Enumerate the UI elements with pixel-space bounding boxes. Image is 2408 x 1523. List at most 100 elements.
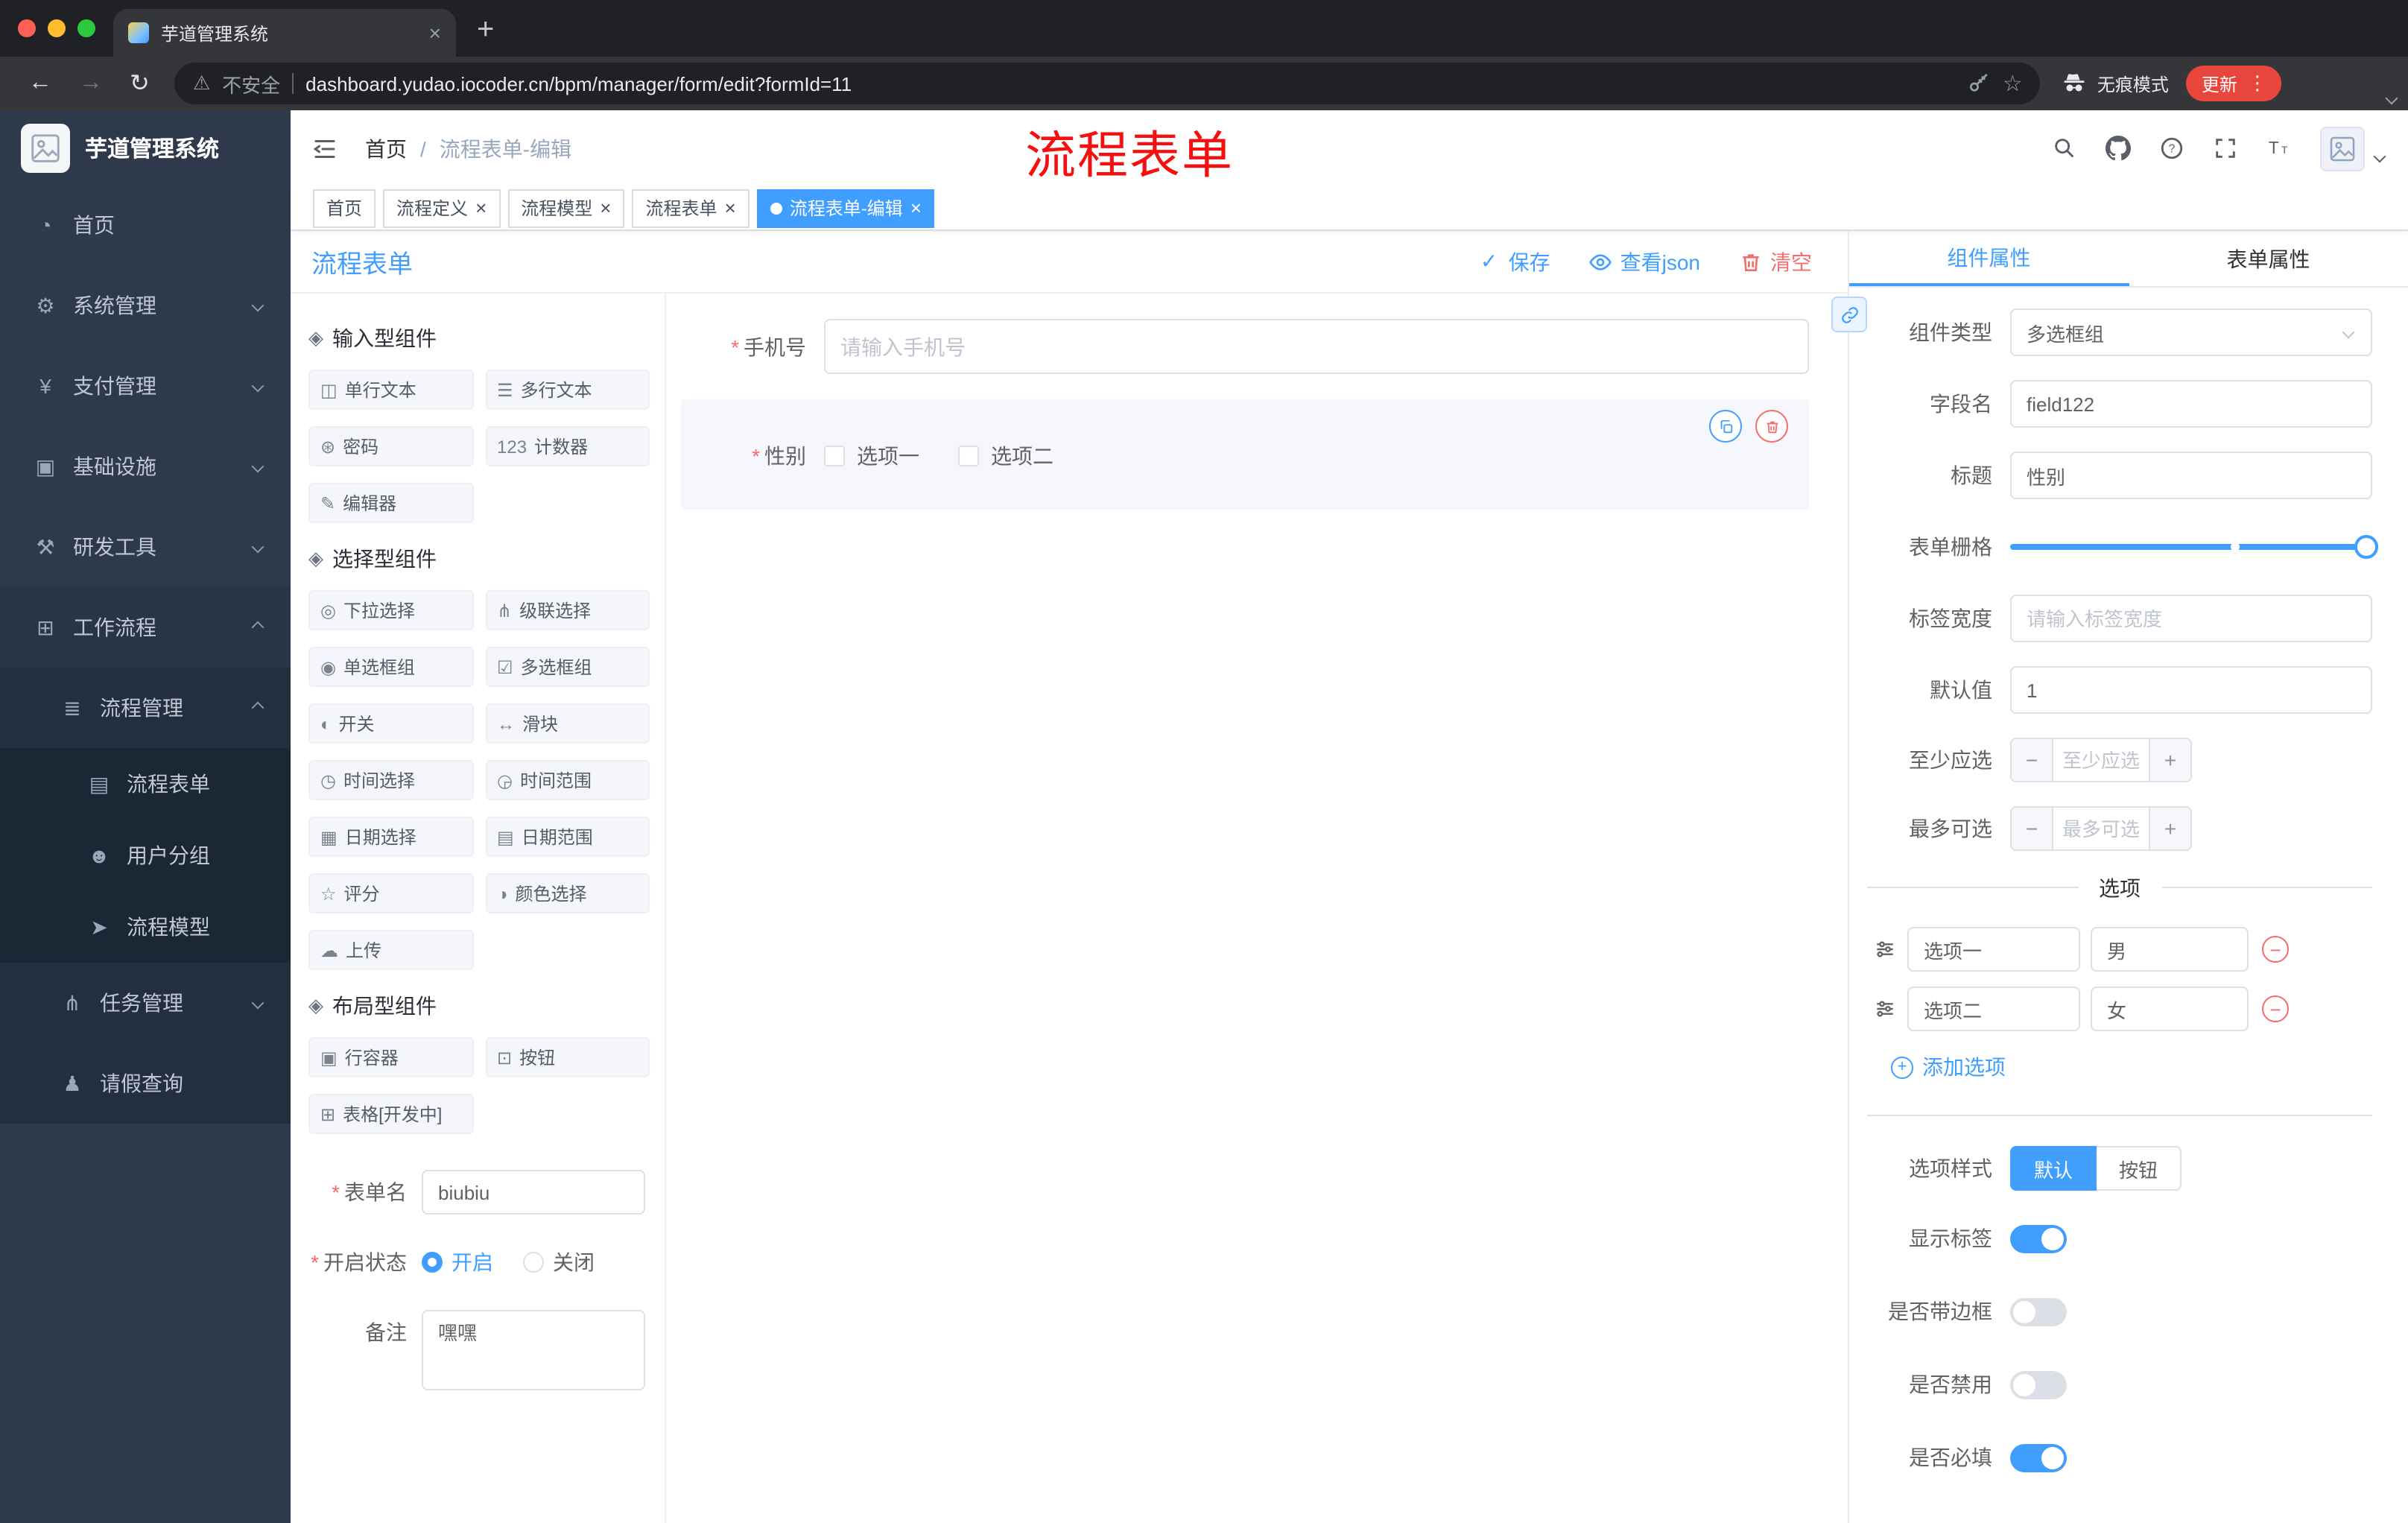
option-label-input[interactable] [1907, 987, 2080, 1031]
sidebar-item-user-group[interactable]: ☻ 用户分组 [0, 820, 291, 891]
plus-button[interactable]: + [2149, 739, 2190, 781]
new-tab-button[interactable]: + [477, 9, 494, 51]
minus-button[interactable]: − [2012, 808, 2053, 849]
component-type-select[interactable]: 多选框组 [2010, 308, 2372, 356]
tab-process-definition[interactable]: 流程定义 × [383, 189, 501, 227]
menu-kebab-icon[interactable]: ⋮ [2248, 72, 2267, 95]
window-controls[interactable] [18, 19, 95, 37]
remove-option-button[interactable]: − [2262, 995, 2289, 1022]
palette-item-password[interactable]: ⊛ 密码 [308, 426, 473, 466]
address-bar[interactable]: ⚠ 不安全 dashboard.yudao.iocoder.cn/bpm/man… [174, 63, 2041, 104]
checkbox-icon[interactable] [958, 446, 979, 466]
gender-field-row[interactable]: * 性别 选项一 选项二 [681, 441, 1782, 471]
drag-handle-icon[interactable] [1873, 937, 1897, 961]
min-select-input[interactable] [2053, 739, 2149, 781]
palette-item-rate[interactable]: ☆ 评分 [308, 873, 473, 914]
minus-button[interactable]: − [2012, 739, 2053, 781]
sidebar-item-infrastructure[interactable]: ▣ 基础设施 [0, 426, 291, 507]
grid-slider[interactable] [2010, 523, 2378, 571]
close-icon[interactable]: × [725, 198, 736, 218]
field-name-input[interactable] [2010, 380, 2372, 428]
link-icon[interactable] [1831, 297, 1867, 332]
checkbox-option-1[interactable]: 选项一 [824, 441, 919, 471]
copy-component-button[interactable] [1709, 410, 1742, 443]
palette-item-date-range[interactable]: ▤ 日期范围 [485, 817, 650, 857]
minimize-window-button[interactable] [48, 19, 66, 37]
search-icon[interactable] [2052, 136, 2077, 161]
plus-button[interactable]: + [2149, 808, 2190, 849]
option-value-input[interactable] [2091, 927, 2249, 972]
close-icon[interactable]: × [600, 198, 611, 218]
palette-item-radio-group[interactable]: ◉ 单选框组 [308, 647, 473, 687]
toggle-required[interactable] [2010, 1443, 2067, 1472]
toggle-disabled[interactable] [2010, 1370, 2067, 1399]
sidebar-item-leave-query[interactable]: ♟ 请假查询 [0, 1043, 291, 1124]
clear-button[interactable]: 清空 [1739, 247, 1812, 276]
breadcrumb-home[interactable]: 首页 [365, 133, 407, 163]
palette-item-select[interactable]: ◎ 下拉选择 [308, 590, 473, 630]
max-select-input[interactable] [2053, 808, 2149, 849]
palette-item-editor[interactable]: ✎ 编辑器 [308, 483, 473, 523]
slider-handle[interactable] [2354, 535, 2378, 559]
palette-item-slider[interactable]: ↔ 滑块 [485, 703, 650, 744]
maximize-window-button[interactable] [77, 19, 95, 37]
style-button-button[interactable]: 按钮 [2097, 1146, 2182, 1191]
tab-close-icon[interactable]: × [429, 21, 441, 45]
title-input[interactable] [2010, 452, 2372, 499]
palette-item-upload[interactable]: ☁ 上传 [308, 930, 473, 970]
toggle-with-border[interactable] [2010, 1297, 2067, 1326]
toggle-show-label[interactable] [2010, 1224, 2067, 1253]
sidebar-item-dev-tools[interactable]: ⚒ 研发工具 [0, 507, 291, 587]
sidebar-item-home[interactable]: ◔ 首页 [0, 185, 291, 265]
tab-home[interactable]: 首页 [313, 189, 376, 227]
form-canvas[interactable]: *手机号 *性别 [666, 294, 1848, 1523]
back-icon[interactable]: ← [28, 70, 52, 97]
update-button[interactable]: 更新 ⋮ [2186, 66, 2282, 101]
phone-field-row[interactable]: * 手机号 [681, 319, 1809, 374]
palette-item-time-range[interactable]: ◶ 时间范围 [485, 760, 650, 800]
default-value-input[interactable] [2010, 666, 2372, 714]
sidebar-item-process-management[interactable]: ≣ 流程管理 [0, 668, 291, 748]
radio-enabled[interactable]: 开启 [422, 1247, 493, 1277]
option-value-input[interactable] [2091, 987, 2249, 1031]
sidebar-item-process-form[interactable]: ▤ 流程表单 [0, 748, 291, 820]
radio-disabled[interactable]: 关闭 [523, 1247, 595, 1277]
sidebar-item-process-model[interactable]: ➤ 流程模型 [0, 891, 291, 963]
selected-component[interactable]: * 性别 选项一 选项二 [681, 399, 1809, 510]
palette-item-cascader[interactable]: ⋔ 级联选择 [485, 590, 650, 630]
palette-item-table[interactable]: ⊞ 表格[开发中] [308, 1094, 473, 1134]
sidebar-item-system-management[interactable]: ⚙ 系统管理 [0, 265, 291, 346]
checkbox-icon[interactable] [824, 446, 845, 466]
palette-item-switch[interactable]: ◐ 开关 [308, 703, 473, 744]
tag-width-input[interactable] [2010, 595, 2372, 642]
delete-component-button[interactable] [1755, 410, 1788, 443]
font-size-icon[interactable]: TT [2266, 136, 2292, 161]
reload-icon[interactable]: ↻ [130, 69, 150, 98]
palette-item-date-picker[interactable]: ▦ 日期选择 [308, 817, 473, 857]
sidebar-item-workflow[interactable]: ⊞ 工作流程 [0, 587, 291, 668]
palette-item-textarea[interactable]: ☰ 多行文本 [485, 370, 650, 410]
save-button[interactable]: ✓ 保存 [1477, 247, 1550, 276]
help-icon[interactable]: ? [2159, 136, 2184, 161]
view-json-button[interactable]: 查看json [1589, 247, 1700, 276]
close-icon[interactable]: × [475, 198, 487, 218]
palette-item-row-container[interactable]: ▣ 行容器 [308, 1037, 473, 1077]
option-label-input[interactable] [1907, 927, 2080, 972]
tab-form-props[interactable]: 表单属性 [2129, 231, 2408, 286]
browser-tab[interactable]: 芋道管理系统 × [113, 9, 456, 57]
sidebar-item-payment-management[interactable]: ¥ 支付管理 [0, 346, 291, 426]
user-area[interactable] [2320, 126, 2386, 171]
form-name-input[interactable] [422, 1170, 645, 1215]
fullscreen-icon[interactable] [2213, 136, 2238, 161]
hamburger-icon[interactable] [311, 135, 338, 162]
chevron-down-icon[interactable] [2385, 83, 2398, 107]
close-window-button[interactable] [18, 19, 36, 37]
tab-component-props[interactable]: 组件属性 [1849, 231, 2129, 286]
password-key-icon[interactable] [1967, 72, 1991, 95]
palette-item-button[interactable]: ⊡ 按钮 [485, 1037, 650, 1077]
remove-option-button[interactable]: − [2262, 936, 2289, 963]
add-option-button[interactable]: + 添加选项 [1891, 1052, 2372, 1082]
github-icon[interactable] [2106, 136, 2131, 161]
drag-handle-icon[interactable] [1873, 997, 1897, 1021]
palette-item-color-picker[interactable]: ◑ 颜色选择 [485, 873, 650, 914]
